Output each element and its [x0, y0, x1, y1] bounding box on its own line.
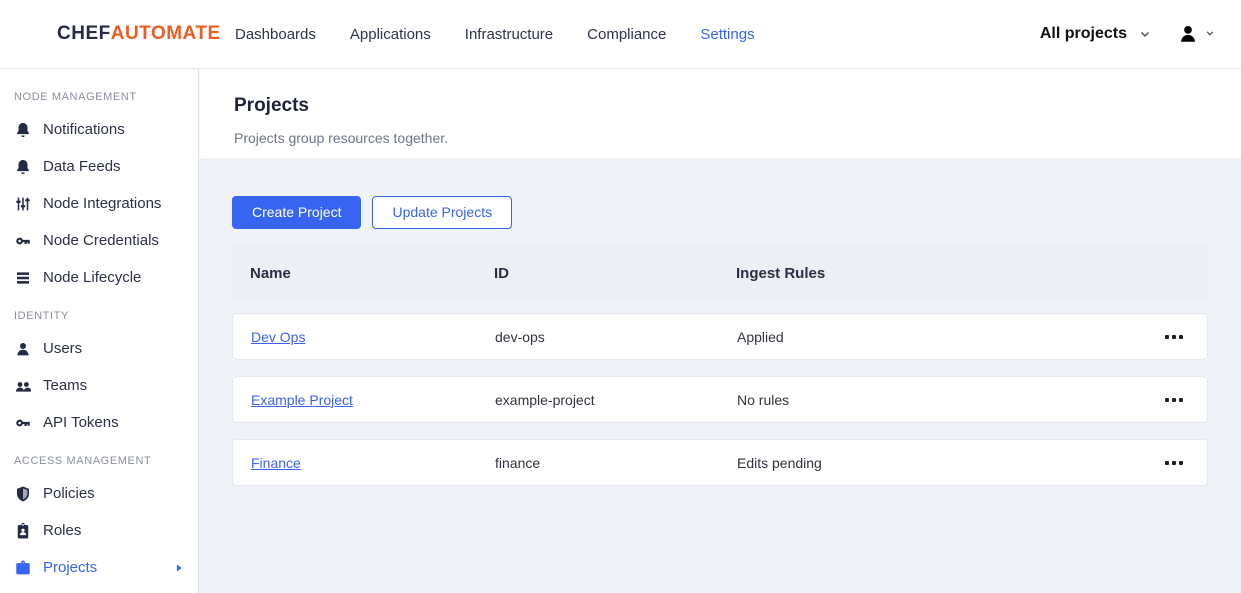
topbar-right-group: All projects [1040, 23, 1241, 45]
table-row: Example Project example-project No rules [232, 376, 1208, 423]
project-link[interactable]: Example Project [251, 392, 353, 408]
bell-icon [14, 158, 32, 176]
project-name-cell: Finance [233, 455, 477, 471]
sidebar-item-data-feeds[interactable]: Data Feeds [0, 148, 198, 185]
project-id-cell: finance [477, 455, 719, 471]
row-menu-button[interactable] [1163, 455, 1185, 471]
sidebar-item-policies[interactable]: Policies [0, 475, 198, 512]
nav-infrastructure[interactable]: Infrastructure [465, 26, 553, 43]
badge-icon [14, 522, 32, 540]
key-icon [14, 232, 32, 250]
nav-dashboards[interactable]: Dashboards [235, 26, 316, 43]
row-menu-button[interactable] [1163, 329, 1185, 345]
settings-sidebar: NODE MANAGEMENT Notifications Data Feeds… [0, 69, 199, 593]
row-menu-button[interactable] [1163, 392, 1185, 408]
logo-chef-text: CHEF [57, 23, 111, 45]
sidebar-item-node-lifecycle[interactable]: Node Lifecycle [0, 259, 198, 296]
shield-icon [14, 485, 32, 503]
project-link[interactable]: Dev Ops [251, 329, 305, 345]
table-row: Dev Ops dev-ops Applied [232, 313, 1208, 360]
sidebar-section-access-management: ACCESS MANAGEMENT [0, 453, 198, 469]
column-header-id: ID [476, 265, 718, 282]
sidebar-item-label: API Tokens [43, 414, 119, 431]
table-row: Finance finance Edits pending [232, 439, 1208, 486]
project-id-cell: example-project [477, 392, 719, 408]
list-icon [14, 269, 32, 287]
chevron-right-icon [174, 563, 184, 573]
project-name-cell: Example Project [233, 392, 477, 408]
projects-filter-dropdown[interactable]: All projects [1040, 25, 1151, 43]
nav-settings[interactable]: Settings [700, 26, 754, 43]
sidebar-section-identity: IDENTITY [0, 308, 198, 324]
sidebar-item-node-credentials[interactable]: Node Credentials [0, 222, 198, 259]
top-navigation-bar: CHEFAUTOMATE Dashboards Applications Inf… [0, 0, 1241, 69]
sliders-icon [14, 195, 32, 213]
sidebar-item-teams[interactable]: Teams [0, 367, 198, 404]
page-header: Projects Projects group resources togeth… [199, 69, 1241, 158]
main-content: Projects Projects group resources togeth… [199, 69, 1241, 593]
create-project-button[interactable]: Create Project [232, 196, 361, 229]
sidebar-item-api-tokens[interactable]: API Tokens [0, 404, 198, 441]
sidebar-item-label: Node Credentials [43, 232, 159, 249]
page-title: Projects [234, 95, 1206, 117]
sidebar-item-label: Notifications [43, 121, 125, 138]
sidebar-item-label: Node Integrations [43, 195, 161, 212]
sidebar-item-label: Projects [43, 559, 97, 576]
sidebar-item-label: Teams [43, 377, 87, 394]
chef-automate-logo[interactable]: CHEFAUTOMATE [0, 23, 235, 45]
bell-icon [14, 121, 32, 139]
sidebar-item-label: Users [43, 340, 82, 357]
sidebar-section-node-management: NODE MANAGEMENT [0, 89, 198, 105]
primary-nav: Dashboards Applications Infrastructure C… [235, 26, 755, 43]
ingest-rules-status: Applied [719, 329, 1147, 345]
user-avatar-icon [1177, 23, 1199, 45]
nav-compliance[interactable]: Compliance [587, 26, 666, 43]
users-icon [14, 377, 32, 395]
sidebar-item-label: Node Lifecycle [43, 269, 141, 286]
sidebar-item-label: Data Feeds [43, 158, 121, 175]
action-buttons-row: Create Project Update Projects [232, 196, 1208, 229]
project-id-cell: dev-ops [477, 329, 719, 345]
sidebar-item-node-integrations[interactable]: Node Integrations [0, 185, 198, 222]
chevron-down-icon [1205, 28, 1217, 40]
sidebar-item-label: Policies [43, 485, 95, 502]
projects-table-header: Name ID Ingest Rules [232, 246, 1208, 300]
user-menu[interactable] [1177, 23, 1217, 45]
page-subtitle: Projects group resources together. [234, 130, 1206, 146]
projects-table: Name ID Ingest Rules Dev Ops dev-ops App… [232, 246, 1208, 486]
sidebar-item-roles[interactable]: Roles [0, 512, 198, 549]
sidebar-item-projects[interactable]: Projects [0, 549, 198, 586]
project-name-cell: Dev Ops [233, 329, 477, 345]
ingest-rules-status: No rules [719, 392, 1147, 408]
chevron-down-icon [1139, 28, 1151, 40]
sidebar-item-users[interactable]: Users [0, 330, 198, 367]
column-header-ingest-rules: Ingest Rules [718, 265, 1148, 282]
project-link[interactable]: Finance [251, 455, 301, 471]
sidebar-item-notifications[interactable]: Notifications [0, 111, 198, 148]
column-header-name: Name [232, 265, 476, 282]
key-icon [14, 414, 32, 432]
update-projects-button[interactable]: Update Projects [372, 196, 512, 229]
logo-automate-text: AUTOMATE [111, 23, 221, 45]
projects-filter-label: All projects [1040, 25, 1127, 43]
sidebar-item-label: Roles [43, 522, 81, 539]
nav-applications[interactable]: Applications [350, 26, 431, 43]
briefcase-icon [14, 559, 32, 577]
projects-panel: Create Project Update Projects Name ID I… [199, 158, 1241, 593]
user-icon [14, 340, 32, 358]
ingest-rules-status: Edits pending [719, 455, 1147, 471]
